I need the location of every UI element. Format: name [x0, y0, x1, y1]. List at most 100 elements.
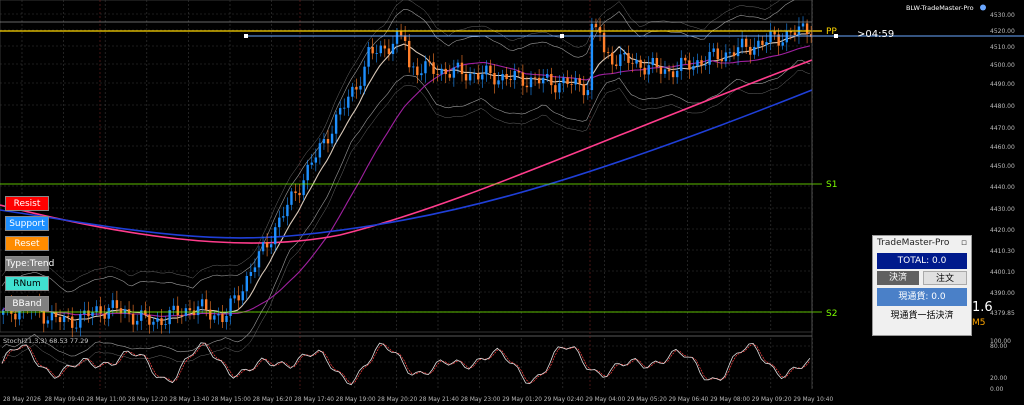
- order-button[interactable]: 注文: [923, 271, 967, 285]
- time-tick-label: 28 May 21:40: [419, 397, 459, 403]
- candle-body: [156, 318, 159, 322]
- candle-body: [103, 313, 106, 319]
- side-button-bband[interactable]: BBand: [5, 296, 49, 311]
- side-button-reset[interactable]: Reset: [5, 236, 49, 251]
- ma-pink-line: [0, 59, 813, 244]
- candle-body: [651, 57, 654, 66]
- candle-body: [627, 53, 630, 63]
- candle-body: [50, 312, 54, 321]
- price-chart[interactable]: 4530.00 4520.00 4510.00 4500.00 4490.00 4480.…: [0, 0, 1024, 405]
- candle-body: [736, 47, 740, 57]
- candle-body: [265, 242, 269, 248]
- candle-body: [229, 298, 232, 316]
- side-button-resist[interactable]: Resist: [5, 196, 49, 211]
- candle-body: [801, 23, 805, 27]
- candle-body: [606, 52, 610, 54]
- candle-body: [209, 309, 212, 320]
- candle-body: [282, 216, 285, 218]
- candle-body: [546, 73, 549, 78]
- price-tick-label: 4440.00: [990, 184, 1015, 191]
- price-tick-label: 4500.00: [990, 62, 1015, 69]
- candle-body: [440, 68, 443, 75]
- candle-body: [326, 138, 330, 144]
- candle-body: [334, 114, 338, 134]
- candle-body: [180, 315, 184, 316]
- candle-body: [87, 310, 90, 317]
- time-tick-label: 29 May 02:40: [544, 397, 584, 403]
- candle-body: [192, 310, 196, 316]
- time-tick-label: 29 May 01:20: [502, 397, 542, 403]
- side-button-support[interactable]: Support: [5, 216, 49, 231]
- candle-body: [464, 74, 468, 81]
- candle-body: [217, 314, 220, 316]
- candle-body: [424, 61, 427, 74]
- time-tick-label: 28 May 23:00: [461, 397, 501, 403]
- candle-body: [720, 59, 724, 62]
- candle-body: [294, 191, 297, 194]
- candle-body: [732, 52, 736, 57]
- candle-body: [688, 60, 691, 70]
- panel-title-bar[interactable]: TradeMaster-Pro ▫: [873, 236, 971, 251]
- price-tick-label: 4490.00: [990, 81, 1015, 88]
- candle-body: [472, 73, 476, 74]
- candle-body: [505, 73, 508, 80]
- s2-label: S2: [826, 309, 837, 319]
- candle-body: [152, 321, 155, 325]
- candle-body: [196, 306, 200, 316]
- price-tick-label: 4390.00: [990, 290, 1015, 297]
- candle-body: [148, 314, 151, 325]
- side-button-rnum[interactable]: RNum: [5, 276, 49, 291]
- candle-body: [566, 77, 569, 85]
- candle-body: [700, 60, 703, 66]
- candle-body: [314, 157, 318, 163]
- candle-body: [432, 62, 435, 74]
- close-icon[interactable]: ▫: [961, 236, 967, 251]
- stochastic-oscillator: [1, 342, 811, 386]
- candle-body: [562, 77, 565, 84]
- candle-body: [75, 327, 78, 329]
- candle-body: [310, 162, 313, 165]
- price-tick-label: 4480.00: [990, 103, 1015, 110]
- candle-body: [671, 71, 675, 78]
- candle-body: [521, 72, 525, 86]
- price-tick-label: 4410.30: [990, 248, 1015, 255]
- close-all-button[interactable]: 現通貨一括決済: [877, 309, 967, 324]
- candle-body: [91, 312, 94, 317]
- candle-body: [188, 308, 192, 311]
- candle-body: [785, 31, 788, 43]
- candle-body: [716, 48, 719, 60]
- candle-body: [395, 31, 399, 44]
- candle-body: [477, 73, 480, 80]
- candle-body: [274, 227, 277, 245]
- candle-body: [164, 324, 167, 325]
- chart-frame: [0, 0, 813, 333]
- current-pair-display[interactable]: 現通貨: 0.0: [877, 288, 967, 306]
- candle-body: [253, 267, 257, 272]
- settle-button[interactable]: 決済: [877, 271, 919, 285]
- chart-grid: [0, 0, 813, 389]
- candle-body: [586, 90, 590, 96]
- candle-body: [639, 59, 642, 68]
- candle-body: [144, 310, 147, 315]
- trade-panel: TradeMaster-Pro ▫ TOTAL: 0.0 決済 注文 現通貨: …: [872, 235, 972, 336]
- candle-body: [115, 300, 119, 309]
- time-tick-label: 28 May 16:20: [253, 397, 293, 403]
- time-tick-label: 28 May 2026: [3, 397, 41, 403]
- s1-label: S1: [826, 180, 837, 190]
- candle-body: [452, 67, 456, 78]
- side-button-type-trend[interactable]: Type:Trend: [5, 256, 54, 271]
- candle-body: [286, 204, 289, 217]
- candle-body: [485, 65, 488, 75]
- candle-body: [793, 32, 797, 35]
- candle-body: [375, 53, 378, 54]
- expert-label: BLW-TradeMaster-Pro: [906, 4, 974, 12]
- panel-title: TradeMaster-Pro: [877, 238, 950, 248]
- candle-body: [444, 68, 447, 75]
- candle-body: [501, 73, 504, 81]
- axes: 4530.00 4520.00 4510.00 4500.00 4490.00 4480.…: [3, 0, 1015, 403]
- stoch-label: Stoch(21,3,3) 68.53 77.29: [3, 337, 88, 345]
- candle-body: [172, 305, 175, 311]
- candle-body: [663, 69, 667, 74]
- candle-body: [269, 244, 273, 248]
- candle-body: [379, 45, 382, 54]
